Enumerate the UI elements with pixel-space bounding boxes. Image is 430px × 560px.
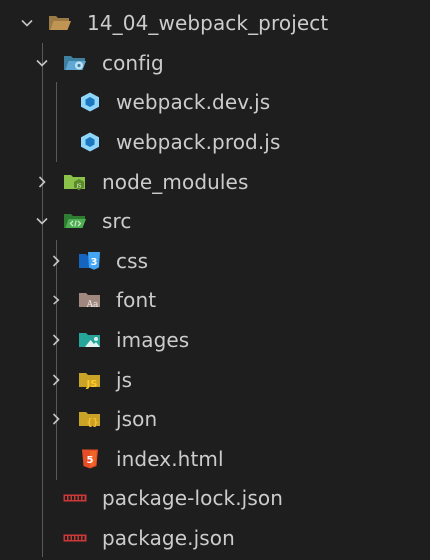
node-folder-icon: JS	[63, 172, 87, 192]
css3-icon: 3	[78, 251, 102, 271]
tree-item-label: 14_04_webpack_project	[87, 11, 329, 35]
tree-item-label: config	[102, 50, 164, 75]
chevron-down-icon[interactable]	[20, 16, 34, 30]
tree-item-images-folder[interactable]: images	[0, 320, 430, 360]
tree-item-label: index.html	[116, 446, 224, 471]
tree-item-root-folder[interactable]: 14_04_webpack_project	[0, 3, 430, 43]
tree-item-label: src	[102, 209, 132, 234]
svg-text:3: 3	[91, 257, 98, 268]
json-folder-icon: {}	[78, 409, 102, 429]
tree-item-label: package.json	[102, 525, 235, 550]
tree-item-node-modules-folder[interactable]: JS node_modules	[0, 162, 430, 202]
chevron-right-icon[interactable]	[49, 412, 63, 426]
chevron-right-icon[interactable]	[35, 175, 49, 189]
tree-item-index-html-file[interactable]: 5 index.html	[0, 439, 430, 479]
html5-icon: 5	[78, 449, 102, 469]
images-folder-icon	[78, 330, 102, 350]
tree-item-label: package-lock.json	[102, 486, 283, 511]
svg-text:JS: JS	[86, 379, 98, 390]
tree-item-font-folder[interactable]: Aa font	[0, 281, 430, 321]
tree-item-src-folder[interactable]: src	[0, 201, 430, 241]
svg-text:5: 5	[87, 455, 94, 466]
tree-item-label: images	[116, 327, 190, 352]
webpack-icon	[78, 92, 102, 112]
tree-item-label: node_modules	[102, 169, 249, 194]
tree-item-label: json	[116, 407, 158, 432]
tree-item-webpack-prod-file[interactable]: webpack.prod.js	[0, 122, 430, 162]
tree-item-css-folder[interactable]: 3 css	[0, 241, 430, 281]
chevron-down-icon[interactable]	[35, 56, 49, 70]
tree-item-webpack-dev-file[interactable]: webpack.dev.js	[0, 83, 430, 123]
tree-item-label: font	[116, 288, 157, 313]
tree-item-package-json-file[interactable]: package.json	[0, 518, 430, 558]
font-folder-icon: Aa	[78, 290, 102, 310]
tree-item-label: css	[116, 248, 149, 273]
svg-text:Aa: Aa	[86, 300, 99, 310]
tree-item-label: js	[116, 367, 133, 392]
tree-item-js-folder[interactable]: JS js	[0, 360, 430, 400]
src-folder-icon	[63, 211, 87, 231]
tree-item-config-folder[interactable]: config	[0, 43, 430, 83]
npm-icon	[63, 488, 87, 508]
tree-item-label: webpack.dev.js	[116, 90, 271, 115]
config-folder-icon	[63, 53, 87, 73]
folder-open-icon	[48, 13, 72, 33]
tree-item-json-folder[interactable]: {} json	[0, 399, 430, 439]
chevron-right-icon[interactable]	[49, 254, 63, 268]
chevron-down-icon[interactable]	[35, 214, 49, 228]
svg-text:JS: JS	[75, 183, 82, 189]
chevron-right-icon[interactable]	[49, 293, 63, 307]
webpack-icon	[78, 132, 102, 152]
file-explorer-tree: 14_04_webpack_project config webpack.dev…	[0, 0, 430, 560]
npm-icon	[63, 528, 87, 548]
chevron-right-icon[interactable]	[49, 333, 63, 347]
tree-item-package-lock-file[interactable]: package-lock.json	[0, 479, 430, 519]
js-folder-icon: JS	[78, 370, 102, 390]
chevron-right-icon[interactable]	[49, 373, 63, 387]
svg-text:{}: {}	[86, 418, 98, 429]
tree-item-label: webpack.prod.js	[116, 129, 281, 154]
